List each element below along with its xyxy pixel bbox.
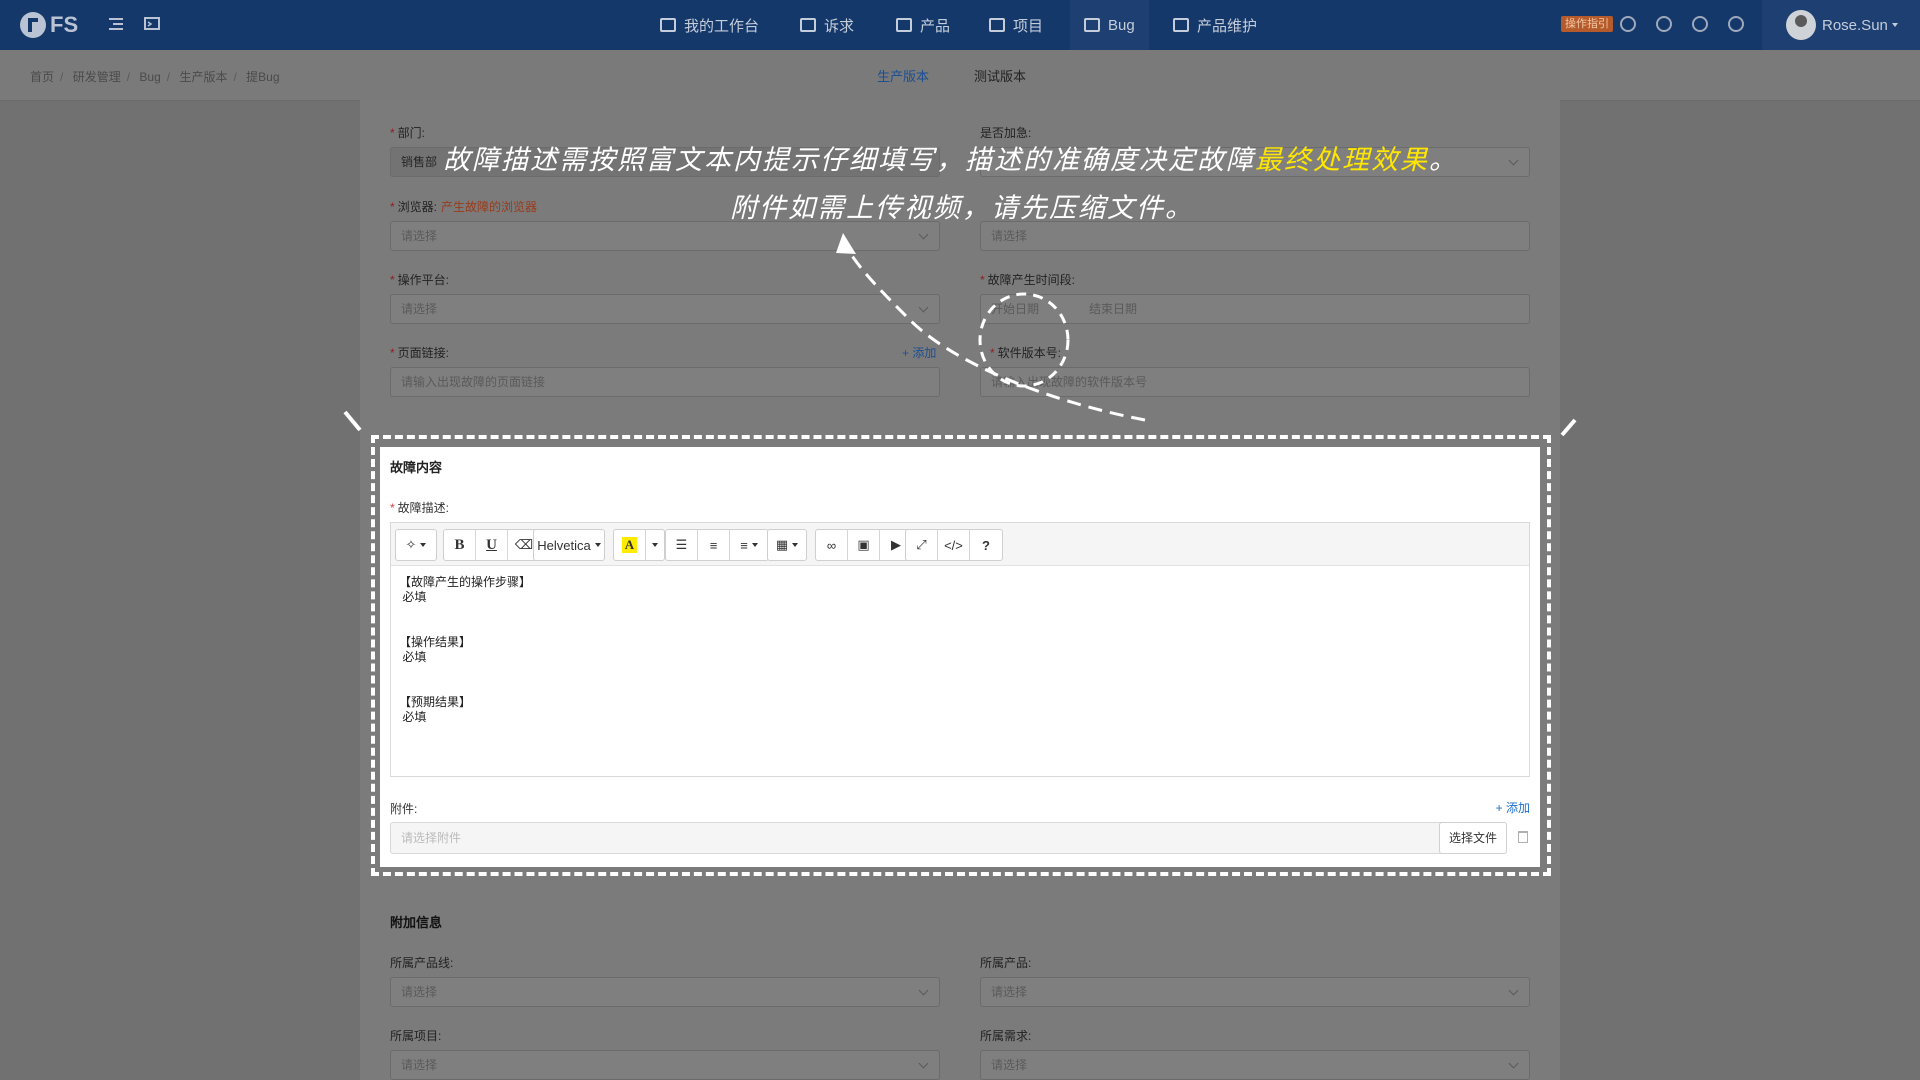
annotation-line-2: 附件如需上传视频，请先压缩文件。 — [730, 193, 1194, 224]
annotation-line-1: 故障描述需按照富文本内提示仔细填写，描述的准确度决定故障最终处理效果。 — [443, 145, 1458, 176]
